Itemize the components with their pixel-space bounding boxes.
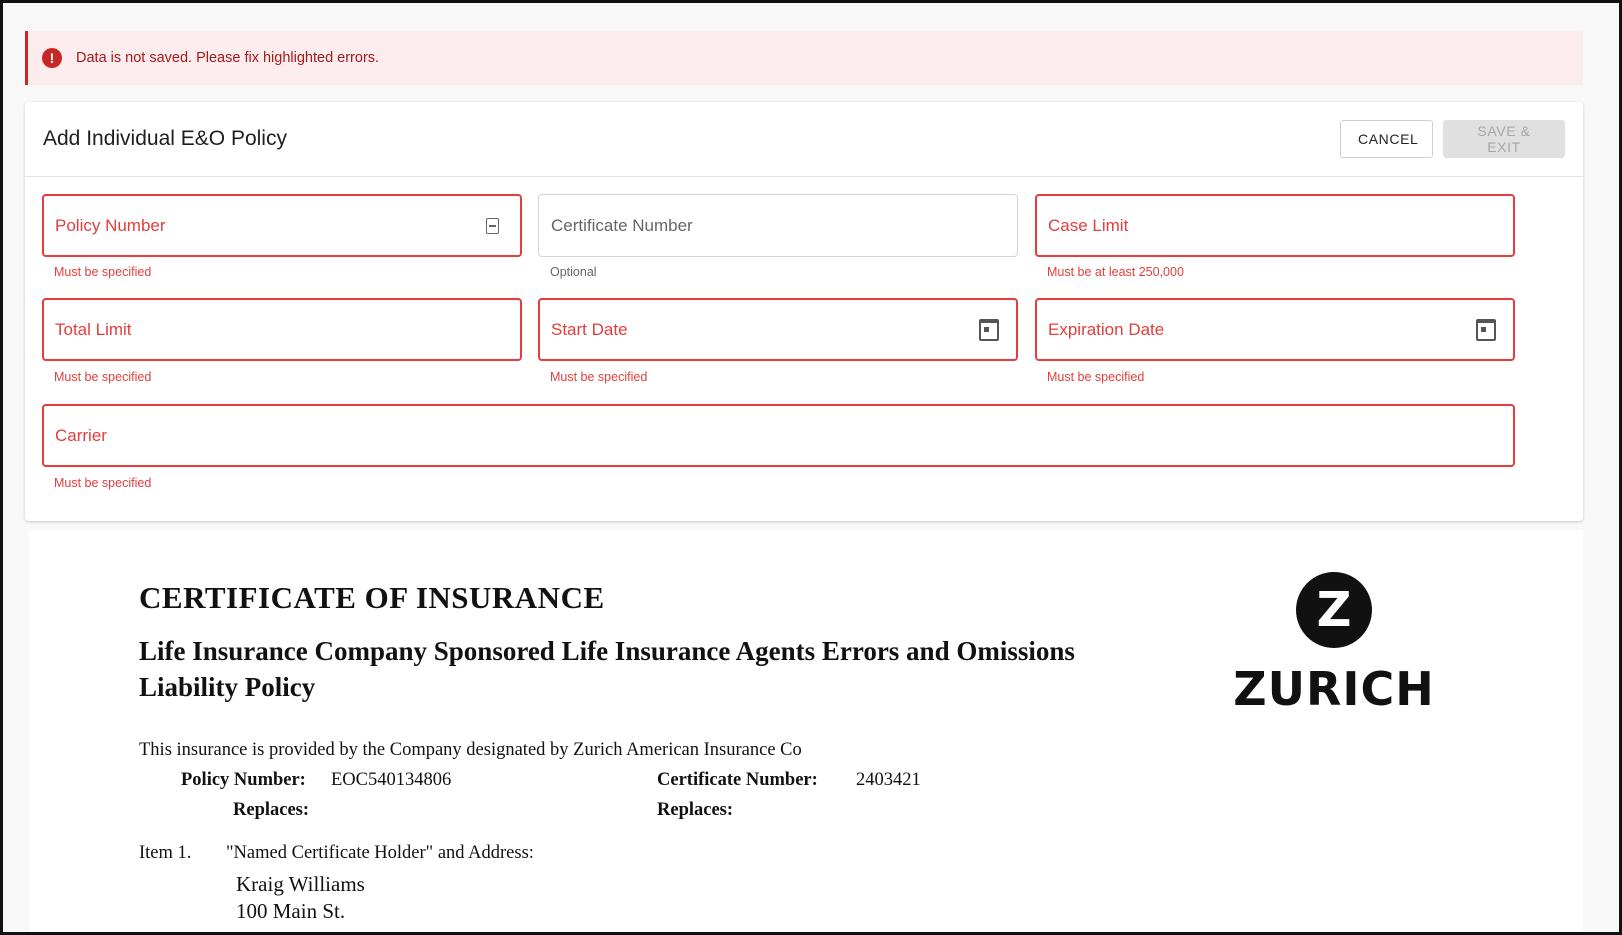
- holder-address: 100 Main St.: [236, 899, 346, 923]
- start-date-field[interactable]: Start Date: [538, 298, 1018, 361]
- contact-card-icon: [486, 217, 499, 234]
- case-limit-label: Case Limit: [1048, 215, 1129, 235]
- case-limit-helper: Must be at least 250,000: [1047, 265, 1184, 279]
- carrier-field[interactable]: Carrier: [42, 404, 1515, 467]
- total-limit-field[interactable]: Total Limit: [42, 298, 522, 361]
- certificate-number-doc-value: 2403421: [856, 770, 921, 790]
- policy-form-card: Add Individual E&O Policy CANCEL SAVE & …: [25, 102, 1583, 521]
- policy-replaces-label: Replaces:: [233, 800, 310, 820]
- certificate-heading: CERTIFICATE OF INSURANCE: [139, 580, 605, 615]
- certificate-number-field[interactable]: Certificate Number: [538, 194, 1018, 257]
- zurich-logo: Z ZURICH: [1229, 572, 1439, 716]
- start-date-helper: Must be specified: [550, 370, 648, 384]
- policy-number-field[interactable]: Policy Number: [42, 194, 522, 257]
- certificate-replaces-label: Replaces:: [657, 800, 734, 820]
- page-title: Add Individual E&O Policy: [43, 127, 287, 150]
- carrier-helper: Must be specified: [54, 476, 152, 490]
- certificate-number-label: Certificate Number: [551, 215, 693, 235]
- zurich-logo-mark: Z: [1296, 572, 1372, 648]
- start-date-label: Start Date: [551, 319, 628, 339]
- expiration-date-field[interactable]: Expiration Date: [1035, 298, 1515, 361]
- form-header: Add Individual E&O Policy CANCEL SAVE & …: [25, 102, 1583, 177]
- calendar-icon[interactable]: [979, 318, 999, 341]
- error-icon: !: [42, 48, 62, 68]
- carrier-label: Carrier: [55, 425, 107, 445]
- certificate-number-helper: Optional: [550, 265, 597, 279]
- expiration-date-label: Expiration Date: [1048, 319, 1165, 339]
- calendar-icon[interactable]: [1476, 318, 1496, 341]
- holder-name: Kraig Williams: [236, 872, 365, 896]
- total-limit-helper: Must be specified: [54, 370, 152, 384]
- certificate-number-doc-label: Certificate Number:: [657, 770, 818, 790]
- item-text: "Named Certificate Holder" and Address:: [226, 843, 534, 863]
- policy-number-helper: Must be specified: [54, 265, 152, 279]
- policy-number-doc-value: EOC540134806: [331, 770, 452, 790]
- certificate-subheading: Life Insurance Company Sponsored Life In…: [139, 636, 1075, 702]
- zurich-logo-word: ZURICH: [1233, 662, 1435, 716]
- error-banner: ! Data is not saved. Please fix highligh…: [25, 31, 1583, 85]
- expiration-date-helper: Must be specified: [1047, 370, 1145, 384]
- banner-message: Data is not saved. Please fix highlighte…: [76, 50, 380, 66]
- policy-number-doc-label: Policy Number:: [181, 770, 306, 790]
- provided-by-text: This insurance is provided by the Compan…: [139, 740, 802, 760]
- policy-number-label: Policy Number: [55, 215, 166, 235]
- form-actions: CANCEL SAVE & EXIT: [1340, 120, 1565, 158]
- save-exit-button[interactable]: SAVE & EXIT: [1443, 120, 1565, 158]
- total-limit-label: Total Limit: [55, 319, 132, 339]
- certificate-preview: CERTIFICATE OF INSURANCE Life Insurance …: [29, 530, 1583, 935]
- cancel-button[interactable]: CANCEL: [1340, 120, 1433, 158]
- case-limit-field[interactable]: Case Limit: [1035, 194, 1515, 257]
- item-label: Item 1.: [139, 843, 192, 863]
